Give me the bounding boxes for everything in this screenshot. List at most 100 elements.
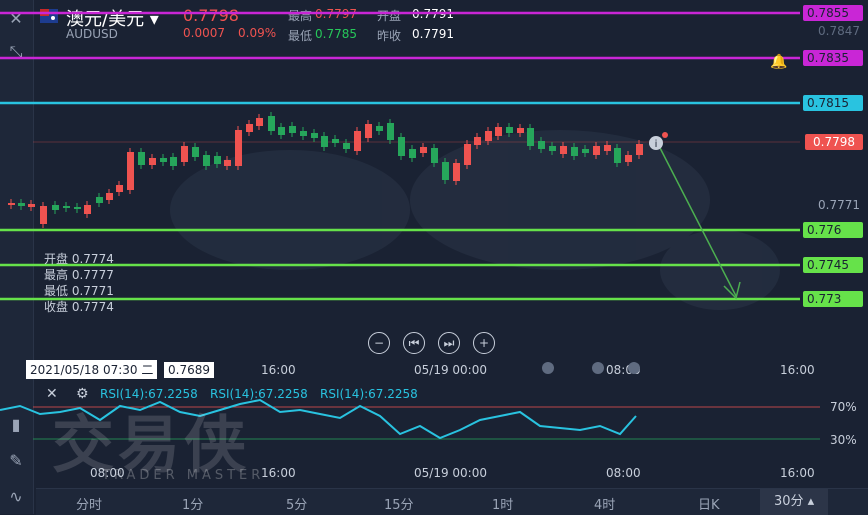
time-label: 16:00 [261, 466, 296, 480]
candle-body [127, 152, 134, 190]
svg-text:i: i [655, 139, 658, 150]
candle-body [409, 149, 416, 158]
candle-body [214, 156, 221, 164]
candle-body [365, 124, 372, 138]
line-price-tag: 0.7835 [803, 50, 863, 66]
candle-body [63, 206, 70, 208]
candle-body [170, 157, 177, 166]
alert-dot [662, 132, 668, 138]
candle-body [376, 126, 383, 131]
skip-end-button[interactable]: ⏭ [438, 332, 460, 354]
skip-start-button[interactable]: ⏮ [403, 332, 425, 354]
tab-1min[interactable]: 1分 [182, 494, 203, 513]
candle-body [289, 126, 296, 133]
line-price-tag: 0.776 [803, 222, 863, 238]
line-price-tag: 0.7815 [803, 95, 863, 111]
scroll-dot[interactable] [542, 362, 554, 374]
candle-body [268, 116, 275, 131]
line-chart-icon[interactable]: ∿ [4, 484, 28, 508]
candle-body [485, 131, 492, 141]
candle-body [74, 207, 81, 209]
crosshair-value: 0.7689 [164, 362, 214, 378]
zoom-out-button[interactable]: − [368, 332, 390, 354]
candle-body [40, 206, 47, 224]
time-label: 05/19 00:00 [414, 466, 487, 480]
candle-body [387, 123, 394, 140]
current-price-tag: 0.7798 [805, 134, 863, 150]
candle-body [28, 204, 35, 207]
candle-body [517, 128, 524, 133]
time-label: 05/19 00:00 [414, 363, 487, 377]
candle-body [571, 147, 578, 156]
candle-body [614, 148, 621, 163]
bell-icon[interactable]: 🔔 [770, 54, 788, 72]
tab-fenshi[interactable]: 分时 [76, 494, 102, 513]
crosshair-date: 2021/05/18 07:30 二 [26, 360, 158, 379]
candle-body [495, 127, 502, 136]
candle-body [549, 146, 556, 151]
candle-body [8, 203, 15, 205]
candle-body [431, 148, 438, 163]
line-price-tag: 0.7855 [803, 5, 863, 21]
candle-body [84, 205, 91, 214]
candle-body [506, 127, 513, 133]
time-label: 16:00 [780, 466, 815, 480]
line-price-tag: 0.773 [803, 291, 863, 307]
candle-body [538, 141, 545, 149]
candle-body [625, 155, 632, 162]
time-label: 08:00 [606, 466, 641, 480]
scroll-dot[interactable] [592, 362, 604, 374]
tab-1h[interactable]: 1时 [492, 494, 513, 513]
price-chart[interactable]: i [0, 0, 868, 350]
candle-body [464, 144, 471, 165]
price-axis-top: 0.7847 [818, 24, 860, 38]
ohlc-info: 开盘 0.7774 最高 0.7777 最低 0.7771 收盘 0.7774 [44, 252, 114, 314]
candle-body [96, 197, 103, 203]
candle-body [160, 158, 167, 162]
time-label: 16:00 [261, 363, 296, 377]
candle-body [278, 127, 285, 135]
candle-body [343, 143, 350, 149]
candle-body [442, 162, 449, 180]
candle-body [235, 130, 242, 166]
time-label: 08:00 [90, 466, 125, 480]
candle-body [453, 163, 460, 181]
time-label: 16:00 [780, 363, 815, 377]
candle-body [300, 131, 307, 136]
candle-body [18, 203, 25, 206]
candle-body [224, 160, 231, 166]
candle-body [138, 152, 145, 165]
candle-body [311, 133, 318, 138]
tab-15min[interactable]: 15分 [384, 494, 414, 513]
zoom-in-button[interactable]: + [473, 332, 495, 354]
scroll-dot[interactable] [628, 362, 640, 374]
tab-4h[interactable]: 4时 [594, 494, 615, 513]
price-axis-mid: 0.7771 [818, 198, 860, 212]
candle-body [192, 147, 199, 157]
candle-body [321, 136, 328, 147]
candle-body [593, 146, 600, 155]
candle-body [246, 124, 253, 132]
candle-body [106, 193, 113, 200]
tab-daily[interactable]: 日K [698, 494, 720, 513]
candle-body [332, 139, 339, 143]
candle-body [52, 205, 59, 210]
candle-body [474, 137, 481, 145]
candle-body [181, 146, 188, 162]
candle-body [398, 137, 405, 156]
candle-body [354, 131, 361, 151]
tab-5min[interactable]: 5分 [286, 494, 307, 513]
candle-body [527, 128, 534, 146]
tab-30min[interactable]: 30分 ▴ [760, 489, 829, 515]
candle-body [636, 144, 643, 155]
candle-body [149, 158, 156, 165]
candle-body [604, 145, 611, 151]
candle-body [116, 185, 123, 192]
period-tabs: 分时 1分 5分 15分 1时 4时 日K 30分 ▴ [36, 488, 868, 515]
line-price-tag: 0.7745 [803, 257, 863, 273]
candle-body [582, 149, 589, 153]
candle-body [203, 155, 210, 166]
watermark-en: TRADER MASTER [102, 468, 265, 483]
candle-body [256, 118, 263, 126]
candle-body [420, 147, 427, 153]
